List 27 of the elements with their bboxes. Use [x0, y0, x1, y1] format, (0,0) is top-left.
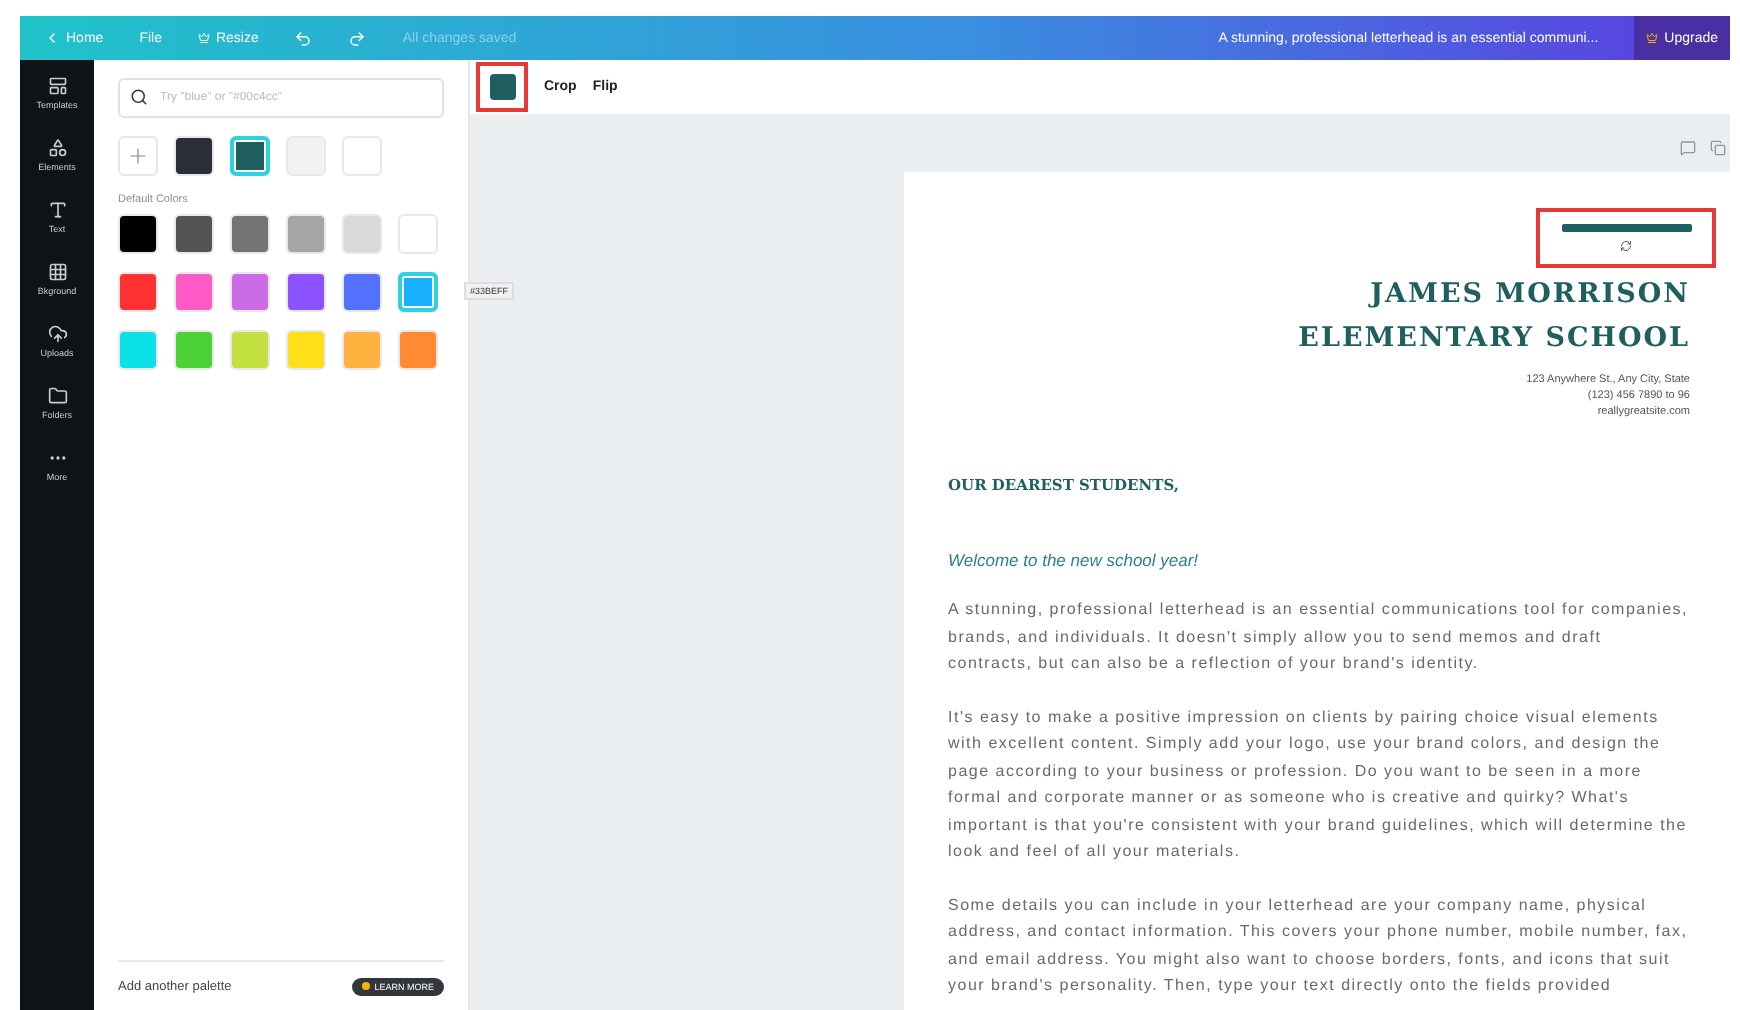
welcome-line: Welcome to the new school year! [948, 550, 1201, 570]
body-paragraph: Some details you can include in your letterhead are your company name, physical address, and contact information. This covers your phone number, mobile number, fax, and email address. You might also want to choose borders, fonts, and icons that suit your brand's personality. Then, type your text directly onto the fields provided [948, 893, 1690, 998]
crown-icon [1646, 32, 1659, 44]
comment-icon[interactable] [1680, 140, 1696, 156]
letter-t-icon [47, 200, 67, 220]
crown-icon [197, 32, 210, 44]
copy-icon[interactable] [1710, 140, 1726, 156]
search-icon [130, 88, 148, 106]
rotate-icon[interactable] [1620, 240, 1632, 252]
cloud-upload-icon [47, 324, 67, 344]
color-swatch[interactable] [230, 136, 270, 176]
body-paragraph: It's easy to make a positive impression on clients by pairing choice visual elements with excellent content. Simply add your logo, use your brand colors, and design the page according to your business or profession. Do you want to be seen in a more formal and corporate manner or as someone who is creative and quirky? What's important is that you're consistent with your brand guidelines, which will determine the look and feel of all your materials. [948, 705, 1689, 864]
folder-icon [47, 386, 67, 406]
plus-icon [126, 144, 150, 168]
body-paragraph: A stunning, professional letterhead is an essential communications tool for companies, brands, and individuals. It doesn't simply allow you to send memos and draft contracts, but can also be a reflection of your brand's identity. [948, 598, 1690, 676]
selection-frame[interactable] [1536, 208, 1716, 268]
add-color-button[interactable] [118, 136, 158, 176]
undo-icon[interactable] [294, 29, 313, 47]
color-swatch[interactable] [398, 272, 438, 312]
shapes-icon [47, 138, 67, 158]
school-name: ELEMENTARY SCHOOL [1298, 320, 1690, 356]
redo-icon[interactable] [348, 29, 367, 47]
grid-icon [47, 262, 67, 282]
layout-icon [47, 76, 67, 96]
text-color-button[interactable] [476, 62, 528, 112]
school-name: JAMES MORRISON [1370, 276, 1690, 312]
chevron-left-icon [44, 30, 60, 46]
